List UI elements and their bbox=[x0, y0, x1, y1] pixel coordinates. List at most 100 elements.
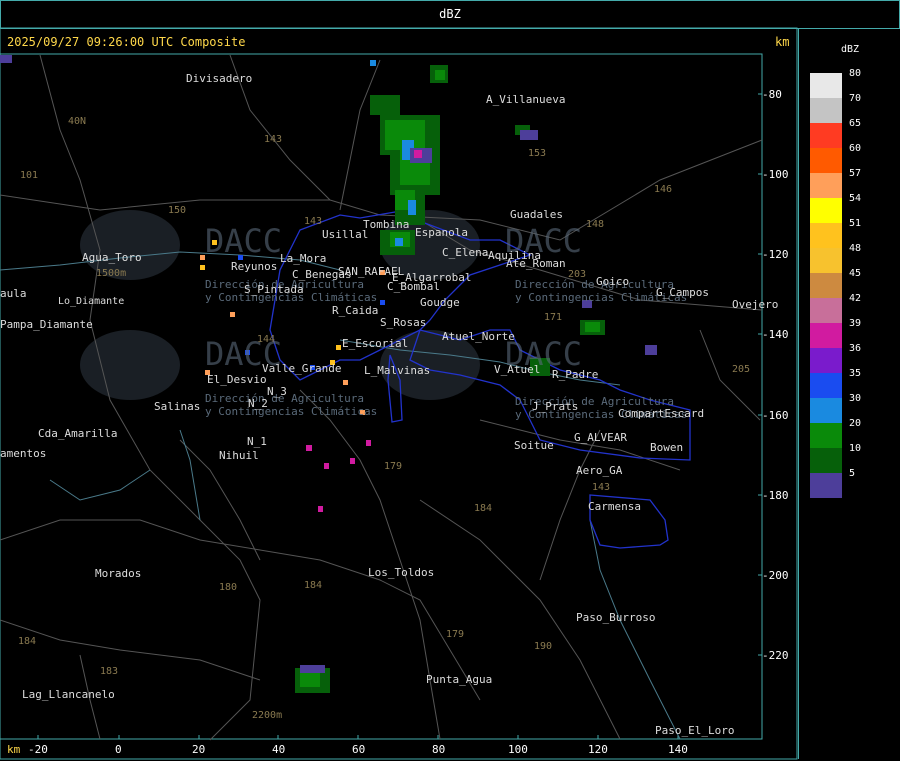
legend-swatch bbox=[810, 473, 842, 498]
place-label: CompartEscard bbox=[618, 407, 705, 420]
y-tick-label: -100 bbox=[762, 168, 789, 181]
place-label: Guadales bbox=[510, 208, 563, 221]
place-label: C_Elena bbox=[442, 246, 489, 259]
place-label: C_Benegas bbox=[292, 268, 352, 281]
legend-swatch bbox=[810, 223, 842, 248]
x-tick-label: 140 bbox=[668, 743, 688, 756]
legend-swatch bbox=[810, 148, 842, 173]
legend-swatch bbox=[810, 273, 842, 298]
legend-label: 70 bbox=[849, 93, 862, 104]
place-label: La_Mora bbox=[280, 252, 327, 265]
place-label: Tombina bbox=[363, 218, 410, 231]
place-label: N_1 bbox=[247, 435, 267, 448]
place-label: Divisadero bbox=[186, 72, 253, 85]
km-unit-top: km bbox=[775, 35, 790, 49]
place-label: L_Malvinas bbox=[364, 364, 431, 377]
route-label: 184 bbox=[304, 580, 323, 591]
legend-swatch bbox=[810, 423, 842, 448]
y-tick-label: -220 bbox=[762, 649, 789, 662]
x-tick-label: 120 bbox=[588, 743, 608, 756]
place-label: aula bbox=[0, 287, 27, 300]
route-label: 143 bbox=[264, 134, 283, 145]
y-tick-label: -120 bbox=[762, 248, 789, 261]
place-label: Los_Toldos bbox=[368, 566, 435, 579]
place-label: R_Caida bbox=[332, 304, 379, 317]
place-label: Soitue bbox=[514, 439, 554, 452]
legend-label: 36 bbox=[849, 343, 862, 354]
route-label: 171 bbox=[544, 312, 563, 323]
x-tick-label: 60 bbox=[352, 743, 366, 756]
place-label: Salinas bbox=[154, 400, 201, 413]
y-tick-label: -200 bbox=[762, 569, 789, 582]
place-label: Morados bbox=[95, 567, 142, 580]
route-label: 184 bbox=[18, 636, 37, 647]
timestamp: 2025/09/27 09:26:00 UTC Composite bbox=[7, 35, 246, 49]
place-label: Atuel_Norte bbox=[442, 330, 515, 343]
place-label: Carmensa bbox=[588, 500, 641, 513]
legend-label: 48 bbox=[849, 243, 862, 254]
route-label: 184 bbox=[474, 503, 493, 514]
legend-swatch bbox=[810, 98, 842, 123]
legend-label: 80 bbox=[849, 68, 862, 79]
legend-label: 10 bbox=[849, 443, 862, 454]
route-label: 179 bbox=[446, 629, 465, 640]
place-label: Valle_Grande bbox=[262, 362, 342, 375]
legend-label: 35 bbox=[849, 368, 862, 379]
legend-swatch bbox=[810, 123, 842, 148]
y-tick-label: -140 bbox=[762, 328, 789, 341]
legend-title: dBZ bbox=[841, 44, 860, 55]
route-label: 203 bbox=[568, 269, 587, 280]
place-label: Paso_El_Loro bbox=[655, 724, 735, 737]
route-label: 183 bbox=[100, 666, 119, 677]
x-tick-label: 100 bbox=[508, 743, 528, 756]
place-label: Ate_Roman bbox=[506, 257, 566, 270]
place-label: 1500m bbox=[96, 268, 127, 279]
place-label: Goudge bbox=[420, 296, 460, 309]
legend-label: 51 bbox=[849, 218, 862, 229]
route-label: 40N bbox=[68, 116, 87, 127]
legend-swatch bbox=[810, 173, 842, 198]
place-label: G_Campos bbox=[656, 286, 709, 299]
place-label: Lag_Llancanelo bbox=[22, 688, 115, 701]
place-label: Usillal bbox=[322, 228, 369, 241]
legend-label: 42 bbox=[849, 293, 862, 304]
route-label: 146 bbox=[654, 184, 673, 195]
legend-swatch bbox=[810, 323, 842, 348]
place-label: J_Prats bbox=[532, 400, 579, 413]
place-label: Aero_GA bbox=[576, 464, 623, 477]
place-label: V_Atuel bbox=[494, 363, 541, 376]
route-label: 143 bbox=[304, 216, 323, 227]
place-label: Ovejero bbox=[732, 298, 779, 311]
legend-swatch bbox=[810, 248, 842, 273]
place-label: amentos bbox=[0, 447, 47, 460]
place-label: Reyunos bbox=[231, 260, 278, 273]
watermark-line1: Dirección de Agricultura bbox=[515, 278, 674, 291]
x-tick-label: -20 bbox=[28, 743, 48, 756]
place-label: G_ALVEAR bbox=[574, 431, 627, 444]
legend-label: 39 bbox=[849, 318, 862, 329]
route-label: 150 bbox=[168, 205, 187, 216]
place-label: A_Villanueva bbox=[486, 93, 566, 106]
place-label: Nihuil bbox=[219, 449, 259, 462]
place-label: N_3 bbox=[267, 385, 287, 398]
place-label: Paso_Burroso bbox=[576, 611, 656, 624]
place-label: S_Pintada bbox=[244, 283, 304, 296]
place-label: Cda_Amarilla bbox=[38, 427, 118, 440]
watermark-line2: y Contingencias Climáticas bbox=[205, 405, 378, 418]
route-label: 205 bbox=[732, 364, 751, 375]
place-label: Espanola bbox=[415, 226, 468, 239]
y-tick-label: -180 bbox=[762, 489, 789, 502]
legend-label: 60 bbox=[849, 143, 862, 154]
place-label: N_2 bbox=[248, 397, 268, 410]
x-tick-label: 0 bbox=[115, 743, 122, 756]
legend-swatch bbox=[810, 73, 842, 98]
legend-swatch bbox=[810, 448, 842, 473]
route-label: 143 bbox=[592, 482, 611, 493]
place-label: El_Desvio bbox=[207, 373, 267, 386]
legend-swatch bbox=[810, 398, 842, 423]
place-label: Bowen bbox=[650, 441, 684, 454]
place-label: Goico bbox=[596, 275, 630, 288]
legend-label: 30 bbox=[849, 393, 862, 404]
route-label: 180 bbox=[219, 582, 238, 593]
y-tick-label: -160 bbox=[762, 409, 789, 422]
